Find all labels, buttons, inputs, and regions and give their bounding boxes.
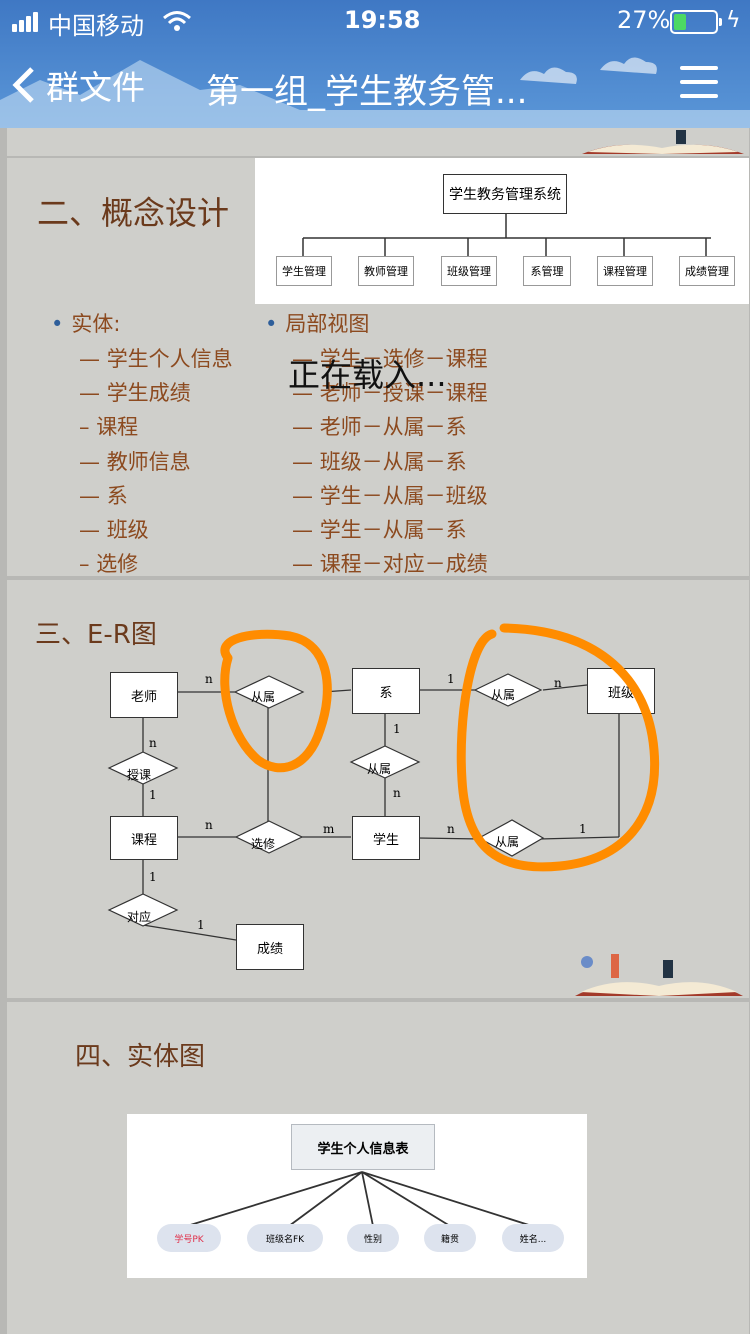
org-node: 成绩管理 [679, 256, 735, 286]
slide-entity-diagram: 四、实体图 学生个人信息表 学号PK 班级名FK 性别 籍贯 姓名... [7, 1002, 749, 1334]
org-node: 教师管理 [358, 256, 414, 286]
slide-1-remnant [7, 128, 749, 156]
book-illustration [575, 954, 743, 996]
org-node: 课程管理 [597, 256, 653, 286]
loading-text: 正在载入... [288, 356, 447, 394]
battery-icon [670, 10, 722, 34]
entity-table-diagram: 学生个人信息表 学号PK 班级名FK 性别 籍贯 姓名... [127, 1114, 587, 1278]
view-item: — 老师－从属－系 [292, 415, 467, 439]
view-item: — 学生－从属－系 [292, 518, 467, 542]
attr-pill: 学号PK [157, 1224, 221, 1252]
slide2-heading: 二、概念设计 [37, 194, 230, 232]
orange-annotation-circles [220, 623, 660, 872]
attr-pill: 籍贯 [424, 1224, 476, 1252]
back-label: 群文件 [46, 68, 145, 107]
entity-item: — 班级 [79, 518, 149, 542]
org-chart: 学生教务管理系统 学生管理 教师管理 班级管理 系管理 课程管理 成绩管理 [255, 158, 749, 304]
org-node: 学生管理 [276, 256, 332, 286]
status-time: 19:58 [344, 6, 421, 34]
signal-icon [12, 12, 40, 32]
page-title: 第一组_学生教务管... [206, 72, 528, 112]
relation-label: 对应 [127, 910, 152, 924]
wifi-icon [163, 11, 191, 31]
entity-item: — 系 [79, 484, 128, 508]
slide4-heading: 四、实体图 [75, 1042, 206, 1072]
attr-pill: 性别 [347, 1224, 399, 1252]
org-node: 班级管理 [441, 256, 497, 286]
org-node: 系管理 [523, 256, 571, 286]
app-header: 中国移动 19:58 27% ϟ 群文件 第一组_学生教务管... [0, 0, 750, 128]
views-heading: • 局部视图 [265, 312, 370, 336]
entity-item: — 学生成绩 [79, 381, 191, 405]
entity-score: 成绩 [236, 924, 304, 970]
back-button[interactable]: 群文件 [10, 62, 145, 108]
entity-item: — 教师信息 [79, 450, 191, 474]
entities-heading: • 实体: [51, 312, 121, 336]
view-item: — 学生－从属－班级 [292, 484, 488, 508]
charging-icon: ϟ [726, 8, 741, 33]
org-root: 学生教务管理系统 [443, 174, 567, 214]
attr-pill: 班级名FK [247, 1224, 323, 1252]
entity-item: — 学生个人信息 [79, 347, 233, 371]
attr-pill: 姓名... [502, 1224, 564, 1252]
view-item: — 课程－对应－成绩 [292, 552, 488, 576]
book-illustration [582, 130, 744, 154]
view-item: — 班级－从属－系 [292, 450, 467, 474]
battery-percent: 27% [617, 6, 671, 34]
chevron-left-icon [12, 67, 34, 103]
table-title: 学生个人信息表 [291, 1124, 435, 1170]
entity-item: – 课程 [79, 415, 139, 439]
card-label: 1 [197, 918, 205, 932]
entity-item: – 选修 [79, 552, 139, 576]
menu-button[interactable] [680, 66, 718, 104]
carrier-label: 中国移动 [48, 12, 144, 40]
